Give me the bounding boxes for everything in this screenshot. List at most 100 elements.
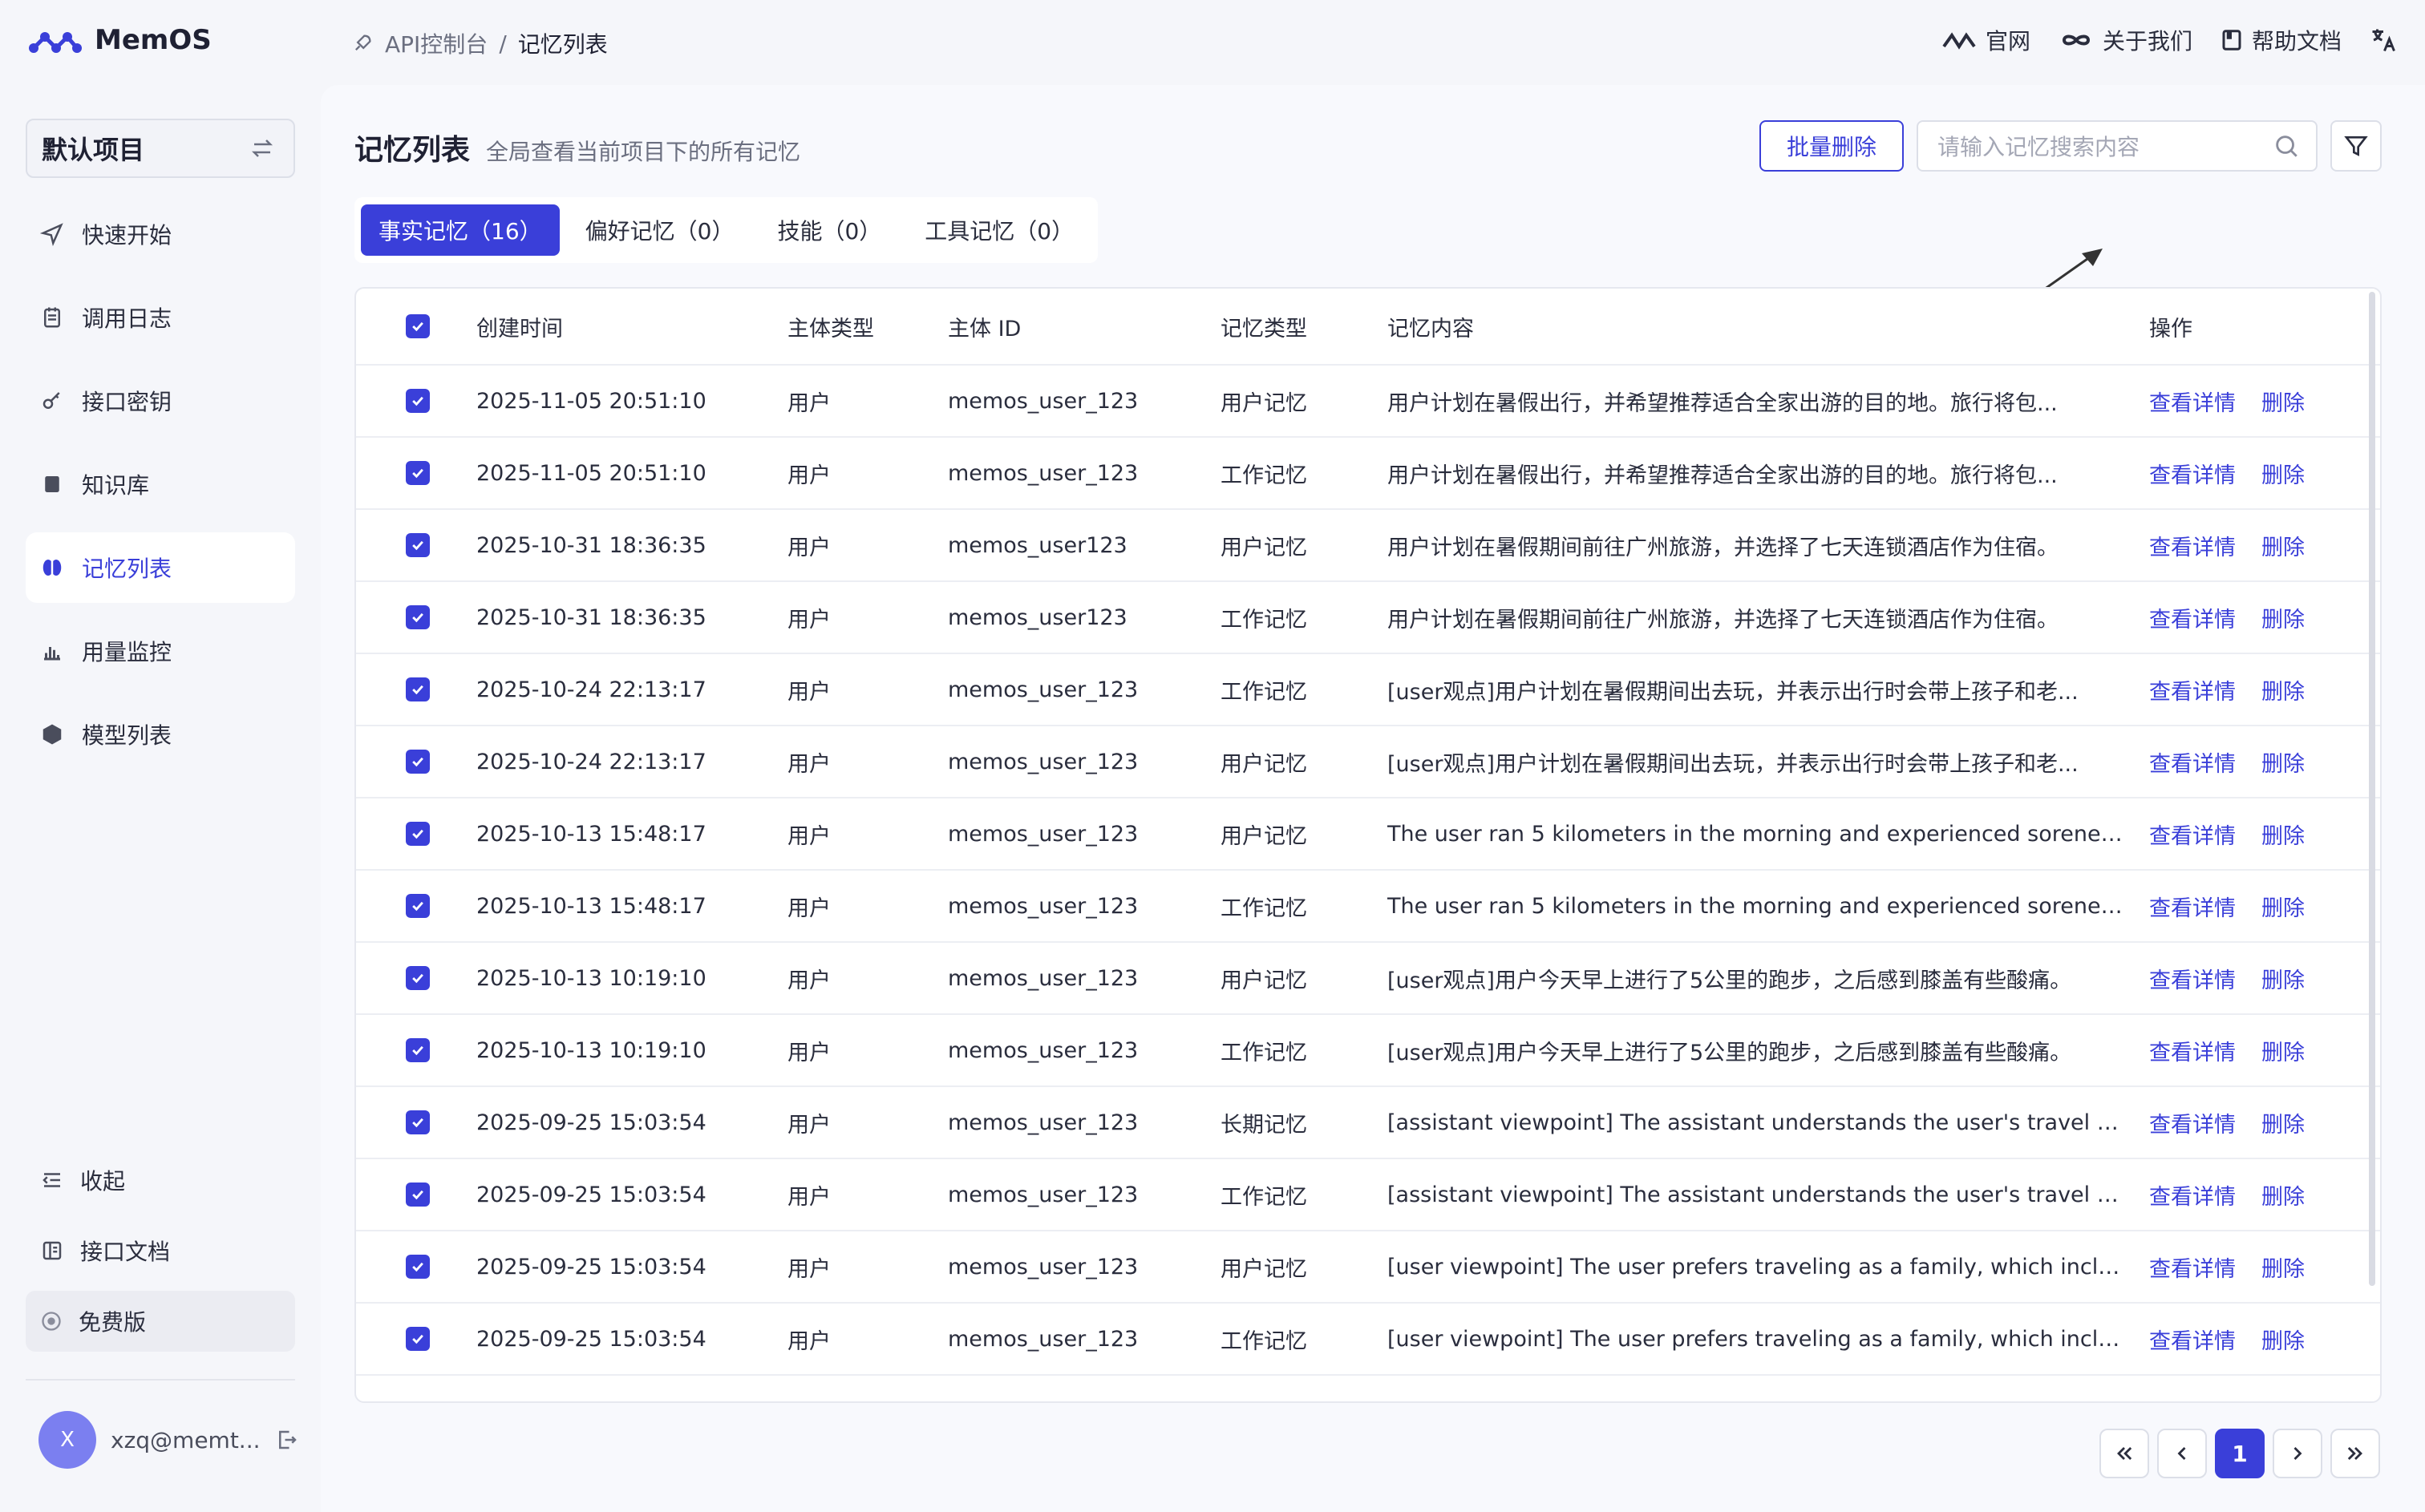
filter-button[interactable] (2330, 120, 2382, 172)
delete-link[interactable]: 删除 (2261, 602, 2305, 633)
prev-page-button[interactable] (2157, 1429, 2207, 1478)
search-input[interactable]: 请输入记忆搜索内容 (1917, 120, 2318, 172)
tab-preference-memory[interactable]: 偏好记忆（0） (568, 204, 752, 256)
sidebar-item-api-keys[interactable]: 接口密钥 (26, 366, 295, 436)
tab-tool-memory[interactable]: 工具记忆（0） (907, 204, 1091, 256)
page-number-current[interactable]: 1 (2215, 1429, 2265, 1478)
cell-memory-type: 工作记忆 (1221, 463, 1307, 488)
link-help-docs[interactable]: 帮助文档 (2220, 24, 2342, 56)
delete-link[interactable]: 删除 (2261, 1251, 2305, 1283)
tab-fact-memory[interactable]: 事实记忆（16） (361, 204, 560, 256)
cell-created-time: 2025-09-25 15:03:54 (476, 1182, 706, 1207)
row-checkbox[interactable] (406, 677, 430, 701)
table-row: 2025-11-05 20:51:10 用户 memos_user_123 工作记忆 用… (356, 438, 2380, 510)
cell-subject-type: 用户 (787, 823, 831, 849)
cell-actions: 查看详情 删除 (2149, 1035, 2380, 1066)
sidebar-item-memory-list[interactable]: 记忆列表 (26, 532, 295, 603)
next-page-button[interactable] (2273, 1429, 2322, 1478)
delete-link[interactable]: 删除 (2261, 746, 2305, 778)
row-checkbox[interactable] (406, 894, 430, 918)
view-details-link[interactable]: 查看详情 (2149, 674, 2236, 705)
view-details-link[interactable]: 查看详情 (2149, 1324, 2236, 1355)
view-details-link[interactable]: 查看详情 (2149, 1035, 2236, 1066)
view-details-link[interactable]: 查看详情 (2149, 386, 2236, 417)
cell-memory-content: [assistant viewpoint] The assistant unde… (1387, 1182, 2149, 1207)
sidebar-item-quick-start[interactable]: 快速开始 (26, 199, 295, 269)
check-icon (412, 829, 423, 839)
view-details-link[interactable]: 查看详情 (2149, 1107, 2236, 1138)
last-page-button[interactable] (2330, 1429, 2380, 1478)
plan-badge[interactable]: 免费版 (26, 1291, 295, 1352)
link-official-site[interactable]: 官网 (1941, 24, 2030, 56)
view-details-link[interactable]: 查看详情 (2149, 1179, 2236, 1211)
table-row: 2025-10-31 18:36:35 用户 memos_user123 工作记忆 用户… (356, 582, 2380, 654)
first-page-button[interactable] (2099, 1429, 2149, 1478)
row-checkbox[interactable] (406, 750, 430, 774)
cell-memory-type: 工作记忆 (1221, 895, 1307, 921)
cell-subject-type: 用户 (787, 895, 831, 921)
cell-created-time: 2025-10-13 15:48:17 (476, 821, 706, 847)
delete-link[interactable]: 删除 (2261, 1035, 2305, 1066)
view-details-link[interactable]: 查看详情 (2149, 891, 2236, 922)
breadcrumb-parent[interactable]: API控制台 (385, 27, 488, 59)
cell-created-time: 2025-09-25 15:03:54 (476, 1110, 706, 1135)
collapse-button[interactable]: 收起 (26, 1150, 295, 1211)
sidebar-item-model-list[interactable]: 模型列表 (26, 699, 295, 770)
row-checkbox[interactable] (406, 605, 430, 629)
view-details-link[interactable]: 查看详情 (2149, 602, 2236, 633)
pagination: 1 (2099, 1429, 2380, 1478)
check-icon (412, 1118, 423, 1128)
batch-delete-button[interactable]: 批量删除 (1759, 120, 1904, 172)
row-checkbox[interactable] (406, 533, 430, 557)
search-placeholder: 请输入记忆搜索内容 (1937, 134, 2140, 160)
table-scrollbar[interactable] (2369, 292, 2375, 1286)
row-checkbox[interactable] (406, 1038, 430, 1062)
cell-memory-content: [user观点]用户今天早上进行了5公里的跑步，之后感到膝盖有些酸痛。 (1387, 968, 2072, 993)
tab-skills[interactable]: 技能（0） (759, 204, 899, 256)
delete-link[interactable]: 删除 (2261, 674, 2305, 705)
delete-link[interactable]: 删除 (2261, 1324, 2305, 1355)
delete-link[interactable]: 删除 (2261, 1107, 2305, 1138)
row-checkbox[interactable] (406, 1110, 430, 1134)
delete-link[interactable]: 删除 (2261, 819, 2305, 850)
cell-memory-type: 用户记忆 (1221, 751, 1307, 777)
view-details-link[interactable]: 查看详情 (2149, 963, 2236, 994)
view-details-link[interactable]: 查看详情 (2149, 530, 2236, 561)
api-docs-link[interactable]: 接口文档 (26, 1220, 295, 1281)
row-checkbox[interactable] (406, 966, 430, 990)
delete-link[interactable]: 删除 (2261, 458, 2305, 489)
translate-icon[interactable] (2369, 26, 2398, 55)
row-checkbox[interactable] (406, 1255, 430, 1279)
view-details-link[interactable]: 查看详情 (2149, 819, 2236, 850)
check-icon (412, 468, 423, 479)
cell-memory-type: 工作记忆 (1221, 1040, 1307, 1065)
row-checkbox[interactable] (406, 822, 430, 846)
delete-link[interactable]: 删除 (2261, 963, 2305, 994)
delete-link[interactable]: 删除 (2261, 891, 2305, 922)
delete-link[interactable]: 删除 (2261, 386, 2305, 417)
delete-link[interactable]: 删除 (2261, 530, 2305, 561)
logout-icon[interactable] (275, 1428, 299, 1452)
cell-memory-type: 工作记忆 (1221, 1328, 1307, 1354)
link-label: 官网 (1985, 28, 2030, 55)
row-checkbox[interactable] (406, 461, 430, 485)
cell-subject-type: 用户 (787, 1112, 831, 1138)
view-details-link[interactable]: 查看详情 (2149, 458, 2236, 489)
view-details-link[interactable]: 查看详情 (2149, 746, 2236, 778)
view-details-link[interactable]: 查看详情 (2149, 1251, 2236, 1283)
api-docs-label: 接口文档 (80, 1239, 171, 1265)
select-all-checkbox[interactable] (406, 314, 430, 338)
sidebar-item-call-logs[interactable]: 调用日志 (26, 282, 295, 353)
col-created-time: 创建时间 (476, 316, 563, 342)
link-about-us[interactable]: 关于我们 (2058, 24, 2192, 56)
user-profile[interactable]: X xzq@memt... (38, 1411, 299, 1469)
cell-created-time: 2025-10-13 10:19:10 (476, 1037, 706, 1063)
delete-link[interactable]: 删除 (2261, 1179, 2305, 1211)
row-checkbox[interactable] (406, 389, 430, 413)
sidebar-item-usage-monitor[interactable]: 用量监控 (26, 616, 295, 686)
project-switcher[interactable]: 默认项目 (26, 119, 295, 178)
sidebar-item-knowledge-base[interactable]: 知识库 (26, 449, 295, 519)
row-checkbox[interactable] (406, 1327, 430, 1351)
row-checkbox[interactable] (406, 1183, 430, 1207)
logo[interactable]: MemOS (27, 24, 212, 56)
